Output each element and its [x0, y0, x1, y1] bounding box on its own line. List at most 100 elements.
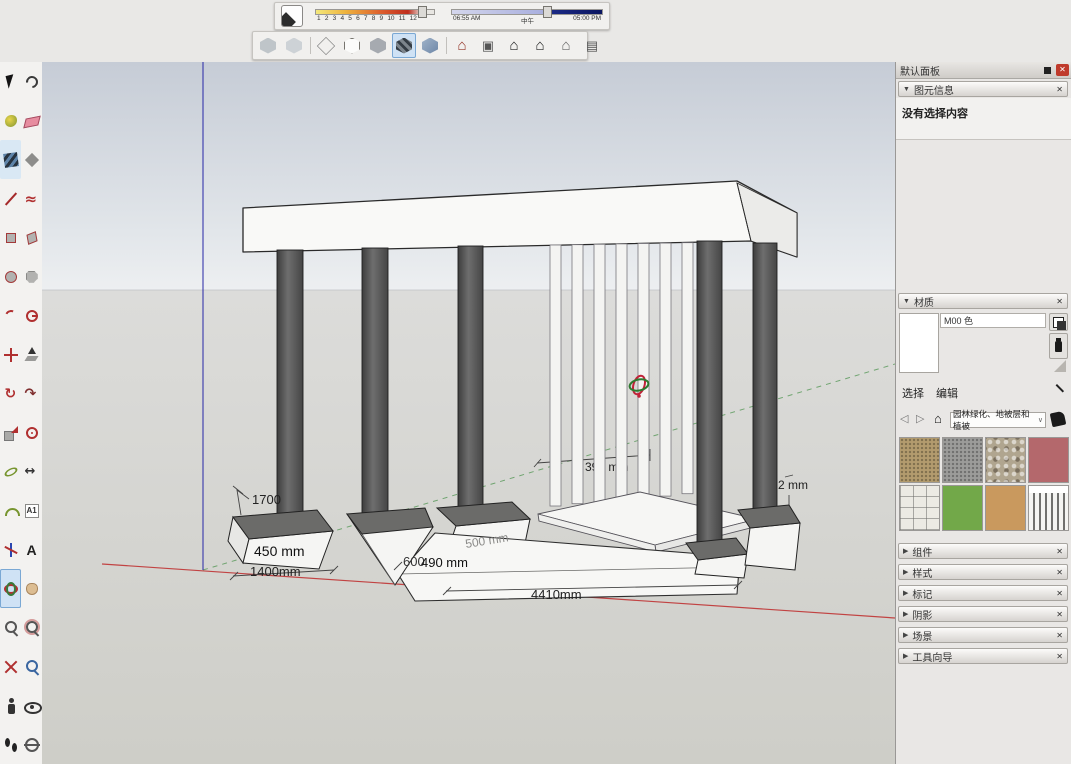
- tool-rotated-rectangle[interactable]: [21, 218, 42, 257]
- tool-zoom-extents[interactable]: [0, 647, 21, 686]
- tool-pan[interactable]: [21, 569, 42, 608]
- tool-protractor[interactable]: [0, 491, 21, 530]
- tool-lasso[interactable]: [21, 62, 42, 101]
- tool-paint-bucket[interactable]: [0, 101, 21, 140]
- footing-1[interactable]: 450 mm: [228, 510, 333, 569]
- view-right[interactable]: ⌂: [528, 33, 552, 58]
- view-top[interactable]: ▣: [476, 33, 500, 58]
- tool-arc[interactable]: [0, 296, 21, 335]
- tab-edit[interactable]: 编辑: [936, 385, 958, 401]
- tab-select[interactable]: 选择: [902, 385, 924, 401]
- style-wireframe[interactable]: [314, 33, 338, 58]
- time-slider-handle[interactable]: [543, 6, 552, 18]
- section-close-icon[interactable]: ✕: [1056, 568, 1063, 577]
- tool-section-plane[interactable]: [21, 725, 42, 764]
- home-icon[interactable]: ⌂: [934, 411, 942, 426]
- tool-select[interactable]: [0, 62, 21, 101]
- create-material-button[interactable]: [1049, 333, 1068, 359]
- style-shaded-with-textures[interactable]: [392, 33, 416, 58]
- section-close-icon[interactable]: ✕: [1056, 589, 1063, 598]
- tool-move[interactable]: [0, 335, 21, 374]
- section-scenes[interactable]: ▶ 场景 ✕: [898, 627, 1068, 643]
- column-4[interactable]: [697, 241, 722, 543]
- section-close-icon[interactable]: ✕: [1056, 652, 1063, 661]
- section-components[interactable]: ▶ 组件 ✕: [898, 543, 1068, 559]
- swatch-gravel-gray[interactable]: [942, 437, 983, 483]
- display-secondary-pane-button[interactable]: [1049, 313, 1068, 331]
- tool-line[interactable]: [0, 179, 21, 218]
- tool-tape-measure[interactable]: [0, 452, 21, 491]
- sample-paint-icon[interactable]: [1056, 383, 1068, 395]
- column-3[interactable]: [458, 246, 483, 508]
- style-shaded[interactable]: [366, 33, 390, 58]
- style-xray[interactable]: [256, 33, 280, 58]
- tool-solid-tools[interactable]: [21, 140, 42, 179]
- entity-info-header[interactable]: ▼ 图元信息 ✕: [898, 81, 1068, 97]
- tool-zoom-window[interactable]: [21, 608, 42, 647]
- tool-eraser[interactable]: [21, 101, 42, 140]
- style-monochrome[interactable]: [418, 33, 442, 58]
- tool-pie[interactable]: [21, 296, 42, 335]
- view-front[interactable]: ⌂: [502, 33, 526, 58]
- column-2[interactable]: [362, 248, 388, 514]
- entity-info-close-icon[interactable]: ✕: [1056, 85, 1063, 94]
- tool-orbit[interactable]: [0, 569, 21, 608]
- shadow-date-slider[interactable]: 123456789101112: [313, 5, 435, 27]
- view-iso[interactable]: ⌂: [450, 33, 474, 58]
- section-styles[interactable]: ▶ 样式 ✕: [898, 564, 1068, 580]
- tool-previous[interactable]: [21, 647, 42, 686]
- back-arrow-icon[interactable]: ◁: [900, 412, 908, 425]
- material-category-dropdown[interactable]: 园林绿化、地被层和植被 ∨: [950, 412, 1046, 428]
- model-viewport[interactable]: 390 mm: [42, 62, 895, 764]
- shadow-time-slider[interactable]: 06:55 AM 中午 05:00 PM: [451, 5, 603, 27]
- tool-axes[interactable]: [0, 530, 21, 569]
- tool-polygon[interactable]: [21, 257, 42, 296]
- swatch-grass-green[interactable]: [942, 485, 983, 531]
- tray-close-button[interactable]: ✕: [1056, 64, 1069, 76]
- swatch-tan[interactable]: [985, 485, 1026, 531]
- shadow-toggle-icon[interactable]: [281, 5, 303, 27]
- swatch-rose[interactable]: [1028, 437, 1069, 483]
- section-close-icon[interactable]: ✕: [1056, 547, 1063, 556]
- swatch-gravel-brown[interactable]: [899, 437, 940, 483]
- section-close-icon[interactable]: ✕: [1056, 631, 1063, 640]
- tool-3d-text[interactable]: [21, 530, 42, 569]
- material-name-input[interactable]: [940, 313, 1046, 328]
- tool-circle[interactable]: [0, 257, 21, 296]
- materials-header[interactable]: ▼ 材质 ✕: [898, 293, 1068, 309]
- tool-text[interactable]: [21, 491, 42, 530]
- paint-bucket-icon[interactable]: [1050, 411, 1067, 428]
- section-shadows[interactable]: ▶ 阴影 ✕: [898, 606, 1068, 622]
- tool-zoom[interactable]: [0, 608, 21, 647]
- pin-icon[interactable]: [1044, 67, 1051, 74]
- section-tags[interactable]: ▶ 标记 ✕: [898, 585, 1068, 601]
- column-1[interactable]: [277, 250, 303, 518]
- column-5[interactable]: [753, 243, 777, 510]
- tool-freehand[interactable]: [21, 179, 42, 218]
- tool-position-camera[interactable]: [0, 686, 21, 725]
- style-hidden-line[interactable]: [340, 33, 364, 58]
- date-slider-handle[interactable]: [418, 6, 427, 18]
- tool-dimension[interactable]: [21, 452, 42, 491]
- swatch-pebbles[interactable]: [985, 437, 1026, 483]
- tool-scale[interactable]: [0, 413, 21, 452]
- section-instructor[interactable]: ▶ 工具向导 ✕: [898, 648, 1068, 664]
- tool-rotate[interactable]: [0, 374, 21, 413]
- view-back[interactable]: ⌂: [554, 33, 578, 58]
- section-close-icon[interactable]: ✕: [1056, 610, 1063, 619]
- tool-walk[interactable]: [0, 725, 21, 764]
- tool-rectangle[interactable]: [0, 218, 21, 257]
- swatch-pavers[interactable]: [899, 485, 940, 531]
- tool-offset[interactable]: [21, 413, 42, 452]
- tray-title-bar[interactable]: 默认面板 ✕: [896, 62, 1071, 79]
- swatch-fence-white[interactable]: [1028, 485, 1069, 531]
- forward-arrow-icon[interactable]: ▷: [916, 412, 924, 425]
- style-back-edges[interactable]: [282, 33, 306, 58]
- viewport-canvas[interactable]: 390 mm: [42, 62, 895, 764]
- tool-follow-me[interactable]: [21, 374, 42, 413]
- tool-push-pull[interactable]: [21, 335, 42, 374]
- view-left[interactable]: ▤: [580, 33, 604, 58]
- resize-corner[interactable]: [1054, 360, 1066, 372]
- tool-look-around[interactable]: [21, 686, 42, 725]
- materials-close-icon[interactable]: ✕: [1056, 297, 1063, 306]
